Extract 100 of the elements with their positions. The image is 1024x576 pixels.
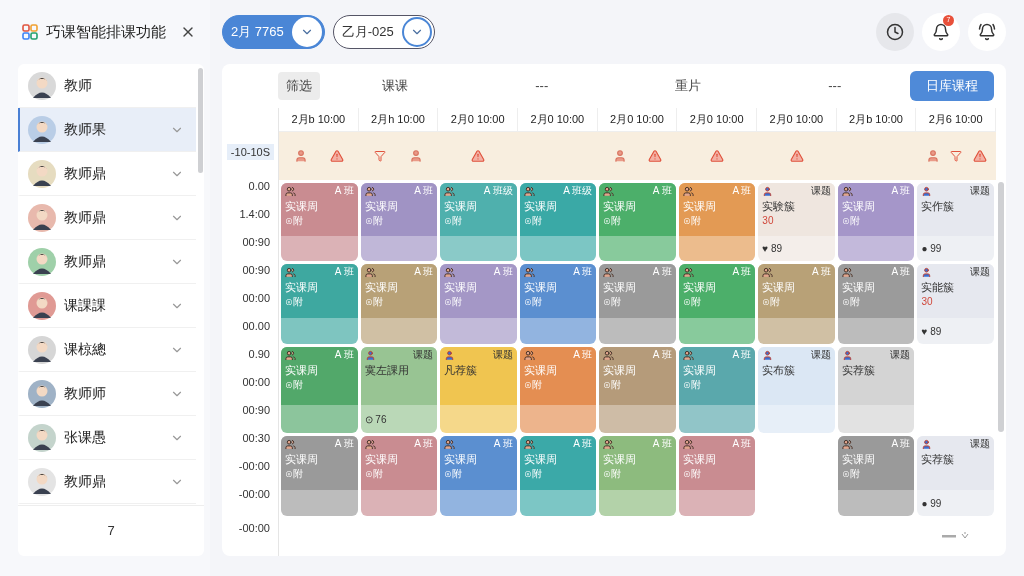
teacher-name: 张课愚 (64, 428, 107, 447)
people-icon (285, 438, 296, 450)
class-tag: 课题 (970, 438, 990, 451)
class-tag: A 班 (573, 438, 593, 451)
class-title: 实作簇 (921, 199, 956, 214)
scrollbar-thumb[interactable] (197, 68, 203, 173)
class-title: 实课周 (603, 452, 638, 467)
class-card[interactable]: A 班 实课周 ⊙附 (281, 264, 358, 344)
time-label: 0.00 (247, 178, 271, 194)
class-card[interactable]: 课题 凡荐簇 (440, 347, 517, 433)
class-note: 30 (921, 296, 934, 309)
class-card[interactable]: 课题 实験簇 30 ♥ 89 (758, 183, 835, 261)
filter-dropdown[interactable]: 乙月-025 (332, 15, 435, 49)
person-icon (444, 349, 456, 361)
teacher-item[interactable]: 教师果 (18, 108, 196, 152)
class-card[interactable]: A 班 实课周 ⊙附 (599, 264, 676, 344)
class-card[interactable]: 课题 实荐簇 (837, 347, 915, 433)
class-title: 实课周 (285, 363, 319, 378)
class-title: 实荐簇 (841, 363, 876, 378)
class-card[interactable]: A 班 实课周 ⊙附 (519, 264, 597, 344)
class-time: ⊙附 (682, 296, 702, 309)
class-tag: A 班级 (483, 185, 513, 198)
warning-icon (710, 149, 725, 163)
class-card[interactable]: A 班 实课周 ⊙附 (599, 183, 676, 261)
class-time: ⊙附 (682, 215, 702, 228)
class-card[interactable]: A 班 实课周 ⊙附 (678, 347, 756, 433)
class-title: 凡荐簇 (444, 363, 479, 378)
person-icon (364, 349, 376, 361)
column-header: 2月b 10:00 (849, 112, 903, 128)
people-icon (603, 266, 615, 278)
class-card[interactable]: 课题 实能簇 30 ♥ 89 (917, 264, 994, 344)
class-tag: A 班 (414, 438, 434, 451)
class-time: ⊙附 (364, 468, 384, 481)
teacher-name: 教师鼎 (64, 208, 107, 227)
class-tag: 课题 (413, 349, 434, 362)
warning-icon (471, 149, 486, 163)
history-button[interactable] (876, 13, 914, 51)
class-card[interactable]: A 班 实课周 ⊙附 (599, 347, 676, 433)
class-card[interactable]: A 班 实课周 ⊙附 (599, 436, 676, 516)
class-card[interactable]: A 班 实课周 ⊙附 (678, 183, 756, 261)
class-card[interactable]: A 班级 实课周 ⊙附 (519, 183, 597, 261)
scrollbar-thumb[interactable] (998, 182, 1004, 432)
schedule-button[interactable]: 日库课程 (910, 71, 994, 101)
toolbar-tab[interactable]: --- (763, 72, 906, 100)
column-header: 2月6 10:00 (928, 112, 983, 128)
class-title: 实课周 (682, 452, 717, 467)
class-title: 实课周 (444, 452, 479, 467)
class-card[interactable]: A 班 实课周 ⊙附 (837, 264, 915, 344)
column-header: 2月0 10:00 (769, 112, 824, 128)
class-card[interactable]: A 班 实课周 ⊙附 (360, 183, 438, 261)
teacher-item[interactable]: 教师鼎 (18, 460, 196, 504)
class-card[interactable]: A 班 实课周 ⊙附 (281, 183, 358, 261)
class-card[interactable]: 课题 实荐簇 ● 99 (917, 436, 994, 516)
class-time: ⊙附 (444, 215, 464, 228)
class-card[interactable]: 课题 寞左課用 ⊙ 76 (360, 347, 438, 433)
teacher-item[interactable]: 教师鼎 (18, 240, 196, 284)
class-card[interactable]: 课题 实布簇 (758, 347, 835, 433)
class-card[interactable]: A 班 实课周 ⊙附 (281, 347, 358, 433)
column-header: 2月b 10:00 (291, 112, 346, 128)
class-card[interactable]: A 班级 实课周 ⊙附 (440, 183, 517, 261)
class-card[interactable]: A 班 实课周 ⊙附 (360, 436, 438, 516)
people-icon (682, 266, 694, 278)
teacher-item[interactable]: 张课愚 (18, 416, 196, 460)
people-icon (682, 349, 694, 361)
class-card[interactable]: A 班 实课周 ⊙附 (837, 183, 915, 261)
class-card[interactable]: A 班 实课周 ⊙附 (281, 436, 358, 516)
class-card[interactable]: A 班 实课周 ⊙附 (519, 347, 597, 433)
class-card[interactable]: A 班 实课周 ⊙附 (678, 436, 756, 516)
class-tag: A 班 (732, 438, 752, 451)
class-card[interactable]: A 班 实课周 ⊙附 (360, 264, 438, 344)
teacher-item[interactable]: 课課課 (18, 284, 196, 328)
class-time: ⊙附 (523, 379, 543, 392)
filter-dropdown[interactable]: 2月 7765 (222, 15, 325, 49)
class-footer: ● 99 (921, 495, 942, 511)
class-time: ⊙附 (603, 296, 623, 309)
class-title: 实课周 (285, 280, 319, 295)
toolbar-tab[interactable]: --- (470, 72, 613, 100)
class-tag: 课题 (970, 266, 990, 279)
class-card[interactable]: A 班 实课周 ⊙附 (440, 264, 517, 344)
toolbar-tab[interactable]: 课课 (324, 72, 467, 100)
class-card[interactable]: A 班 实课周 ⊙附 (440, 436, 517, 516)
class-card[interactable]: A 班 实课周 ⊙附 (837, 436, 915, 516)
teacher-item[interactable]: 教师鼎 (18, 152, 196, 196)
class-title: 实课周 (682, 199, 717, 214)
class-time: ⊙附 (841, 468, 861, 481)
class-tag: A 班 (334, 185, 354, 198)
class-time: ⊙附 (603, 468, 623, 481)
class-card[interactable]: A 班 实课周 ⊙附 (519, 436, 597, 516)
people-icon (444, 185, 456, 197)
teacher-item[interactable]: 课椋總 (18, 328, 196, 372)
teacher-item[interactable]: 教师鼎 (18, 196, 196, 240)
class-card[interactable]: A 班 实课周 ⊙附 (678, 264, 756, 344)
class-tag: A 班 (891, 266, 911, 279)
class-title: 寞左課用 (364, 363, 410, 378)
toolbar-tab[interactable]: 重片 (617, 72, 760, 100)
class-card[interactable]: A 班 实课周 ⊙附 (758, 264, 835, 344)
alarm-button[interactable] (968, 13, 1006, 51)
teacher-item[interactable]: 教师师 (18, 372, 196, 416)
class-card[interactable]: 课题 实作簇 ● 99 (917, 183, 994, 261)
toolbar-tab[interactable]: 筛选 (278, 72, 320, 100)
